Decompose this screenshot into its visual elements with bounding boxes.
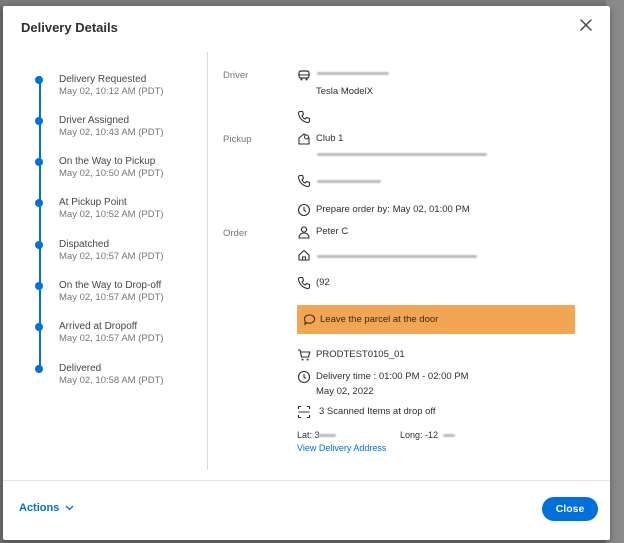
timeline-step-label: Delivery Requested [59, 74, 147, 85]
redacted-store-address [317, 153, 487, 156]
scanned-items-text: 3 Scanned Items at drop off [319, 406, 436, 417]
order-id: PRODTEST0105_01 [316, 349, 405, 360]
phone-icon [297, 110, 311, 124]
delivery-note-text: Leave the parcel at the door [320, 314, 439, 325]
customer-address-row [297, 248, 497, 264]
timeline-step-time: May 02, 10:57 AM (PDT) [59, 292, 164, 303]
chevron-down-icon [65, 505, 74, 511]
delivery-details-modal: Delivery Details Delivery Requested May … [3, 6, 610, 540]
order-id-row: PRODTEST0105_01 [297, 348, 497, 364]
clock-icon [297, 370, 311, 384]
redacted-driver-name [317, 72, 389, 75]
redacted-latitude [318, 434, 336, 437]
phone-icon [297, 276, 311, 290]
timeline-step-label: Dispatched [59, 239, 110, 250]
timeline-step-time: May 02, 10:57 AM (PDT) [59, 333, 164, 344]
timeline-step-time: May 02, 10:43 AM (PDT) [59, 127, 164, 138]
timeline-step-label: On the Way to Drop-off [59, 280, 162, 291]
prepare-by-text: Prepare order by: May 02, 01:00 PM [316, 204, 470, 215]
timeline-step-label: Arrived at Dropoff [59, 321, 138, 332]
home-icon [298, 249, 310, 261]
redacted-longitude [443, 434, 455, 437]
timeline-step-label: At Pickup Point [59, 197, 127, 208]
latitude: Lat: 3 [297, 430, 320, 440]
timeline-dot [35, 323, 43, 331]
timeline-step-label: Driver Assigned [59, 115, 130, 126]
store-location-icon [298, 133, 310, 145]
timeline-step-time: May 02, 10:12 AM (PDT) [59, 86, 164, 97]
close-icon[interactable] [578, 17, 594, 33]
clock-icon [297, 203, 311, 217]
customer-phone: (92 [316, 277, 330, 288]
customer-name: Peter C [316, 226, 349, 237]
delivery-time: Delivery time : 01:00 PM - 02:00 PM [316, 371, 469, 382]
timeline-dot [35, 199, 43, 207]
delivery-time-row: Delivery time : 01:00 PM - 02:00 PM May … [297, 370, 497, 400]
timeline-step-time: May 02, 10:50 AM (PDT) [59, 168, 164, 179]
prepare-by-row: Prepare order by: May 02, 01:00 PM [297, 203, 497, 219]
timeline-step-label: Delivered [59, 363, 102, 374]
longitude: Long: -12 [400, 430, 439, 440]
timeline-dot [35, 158, 43, 166]
timeline-step-label: On the Way to Pickup [59, 156, 156, 167]
timeline-step-time: May 02, 10:58 AM (PDT) [59, 375, 164, 386]
close-button[interactable]: Close [542, 497, 598, 521]
customer-row: Peter C [297, 225, 417, 241]
pickup-section-label: Pickup [223, 134, 252, 145]
delivery-date: May 02, 2022 [316, 386, 374, 397]
driver-section-label: Driver [223, 70, 249, 81]
customer-phone-row: (92 [297, 276, 417, 292]
timeline-dot [35, 117, 43, 125]
footer-divider [3, 480, 610, 481]
redacted-store-phone [317, 180, 381, 183]
scan-icon [297, 405, 311, 419]
view-delivery-address-link[interactable]: View Delivery Address [297, 443, 386, 453]
timeline-dot [35, 241, 43, 249]
driver-phone-row [297, 110, 397, 126]
timeline-dot [35, 365, 43, 373]
phone-icon [297, 174, 311, 188]
timeline-dot [35, 282, 43, 290]
redacted-customer-address [317, 255, 477, 258]
actions-label: Actions [19, 502, 60, 514]
scanned-items-row: 3 Scanned Items at drop off [297, 405, 497, 421]
order-section-label: Order [223, 228, 248, 239]
actions-button[interactable]: Actions [19, 502, 74, 514]
modal-title: Delivery Details [21, 20, 118, 35]
timeline-step-time: May 02, 10:57 AM (PDT) [59, 251, 164, 262]
pickup-phone-row [297, 174, 417, 190]
user-icon [298, 226, 310, 239]
vehicle-model: Tesla ModelX [316, 86, 374, 97]
cart-icon [298, 349, 311, 361]
delivery-note-banner: Leave the parcel at the door [297, 305, 575, 334]
driver-name-row: Tesla ModelX [297, 68, 497, 97]
column-divider [207, 52, 208, 470]
timeline-dot [35, 76, 43, 84]
car-icon [298, 70, 310, 81]
chat-bubble-icon [303, 314, 316, 326]
pickup-store-row: Club 1 [297, 132, 517, 156]
timeline-step-time: May 02, 10:52 AM (PDT) [59, 209, 164, 220]
pickup-store-name: Club 1 [316, 133, 344, 144]
